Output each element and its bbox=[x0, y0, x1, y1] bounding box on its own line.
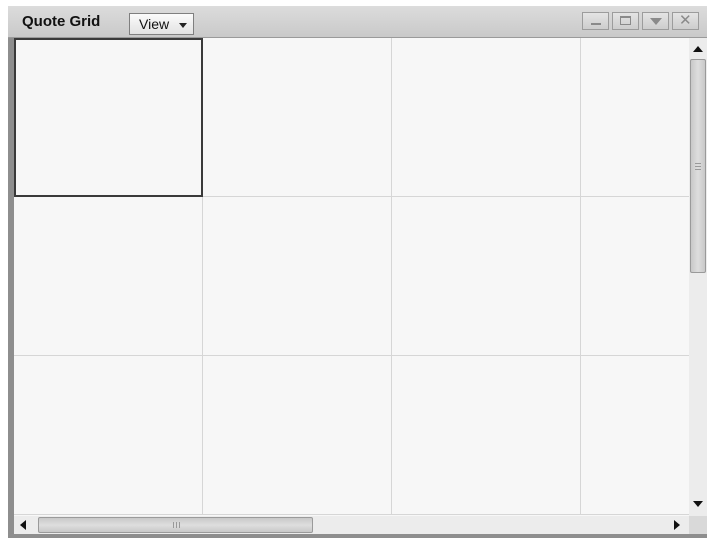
grid-cell[interactable] bbox=[203, 38, 392, 197]
view-menu-label: View bbox=[139, 16, 170, 32]
grid-cell[interactable] bbox=[14, 197, 203, 356]
title-bar[interactable]: Quote Grid View ✕ bbox=[8, 6, 707, 38]
horizontal-scrollbar[interactable] bbox=[14, 516, 689, 534]
window-menu-button[interactable] bbox=[642, 12, 669, 30]
quote-grid bbox=[14, 38, 689, 516]
grid-cell[interactable] bbox=[203, 356, 392, 515]
grid-cell-selected[interactable] bbox=[14, 38, 203, 197]
scrollbar-corner bbox=[689, 516, 707, 534]
scroll-left-arrow-icon[interactable] bbox=[20, 520, 26, 530]
scroll-up-arrow-icon[interactable] bbox=[693, 46, 703, 52]
grid-cell[interactable] bbox=[581, 38, 689, 197]
maximize-icon bbox=[620, 16, 631, 25]
vertical-scrollbar[interactable] bbox=[689, 38, 707, 516]
grip-icon bbox=[695, 163, 701, 170]
scroll-right-arrow-icon[interactable] bbox=[674, 520, 680, 530]
grid-cell[interactable] bbox=[581, 356, 689, 515]
quote-grid-window: Quote Grid View ✕ bbox=[8, 6, 707, 538]
grip-icon bbox=[173, 522, 180, 528]
dropdown-icon bbox=[650, 18, 662, 25]
grid-cell[interactable] bbox=[392, 197, 581, 356]
window-title: Quote Grid bbox=[22, 13, 101, 30]
grid-cell[interactable] bbox=[203, 197, 392, 356]
scroll-down-arrow-icon[interactable] bbox=[693, 501, 703, 507]
vertical-scroll-thumb[interactable] bbox=[690, 59, 706, 273]
view-menu-button[interactable]: View bbox=[129, 13, 194, 35]
chevron-down-icon bbox=[179, 23, 187, 28]
horizontal-scroll-thumb[interactable] bbox=[38, 517, 313, 533]
maximize-button[interactable] bbox=[612, 12, 639, 30]
close-icon: ✕ bbox=[679, 12, 692, 29]
minimize-button[interactable] bbox=[582, 12, 609, 30]
close-button[interactable]: ✕ bbox=[672, 12, 699, 30]
grid-cell[interactable] bbox=[392, 38, 581, 197]
grid-cell[interactable] bbox=[581, 197, 689, 356]
minimize-icon bbox=[591, 23, 601, 25]
grid-cell[interactable] bbox=[14, 356, 203, 515]
grid-cell[interactable] bbox=[392, 356, 581, 515]
